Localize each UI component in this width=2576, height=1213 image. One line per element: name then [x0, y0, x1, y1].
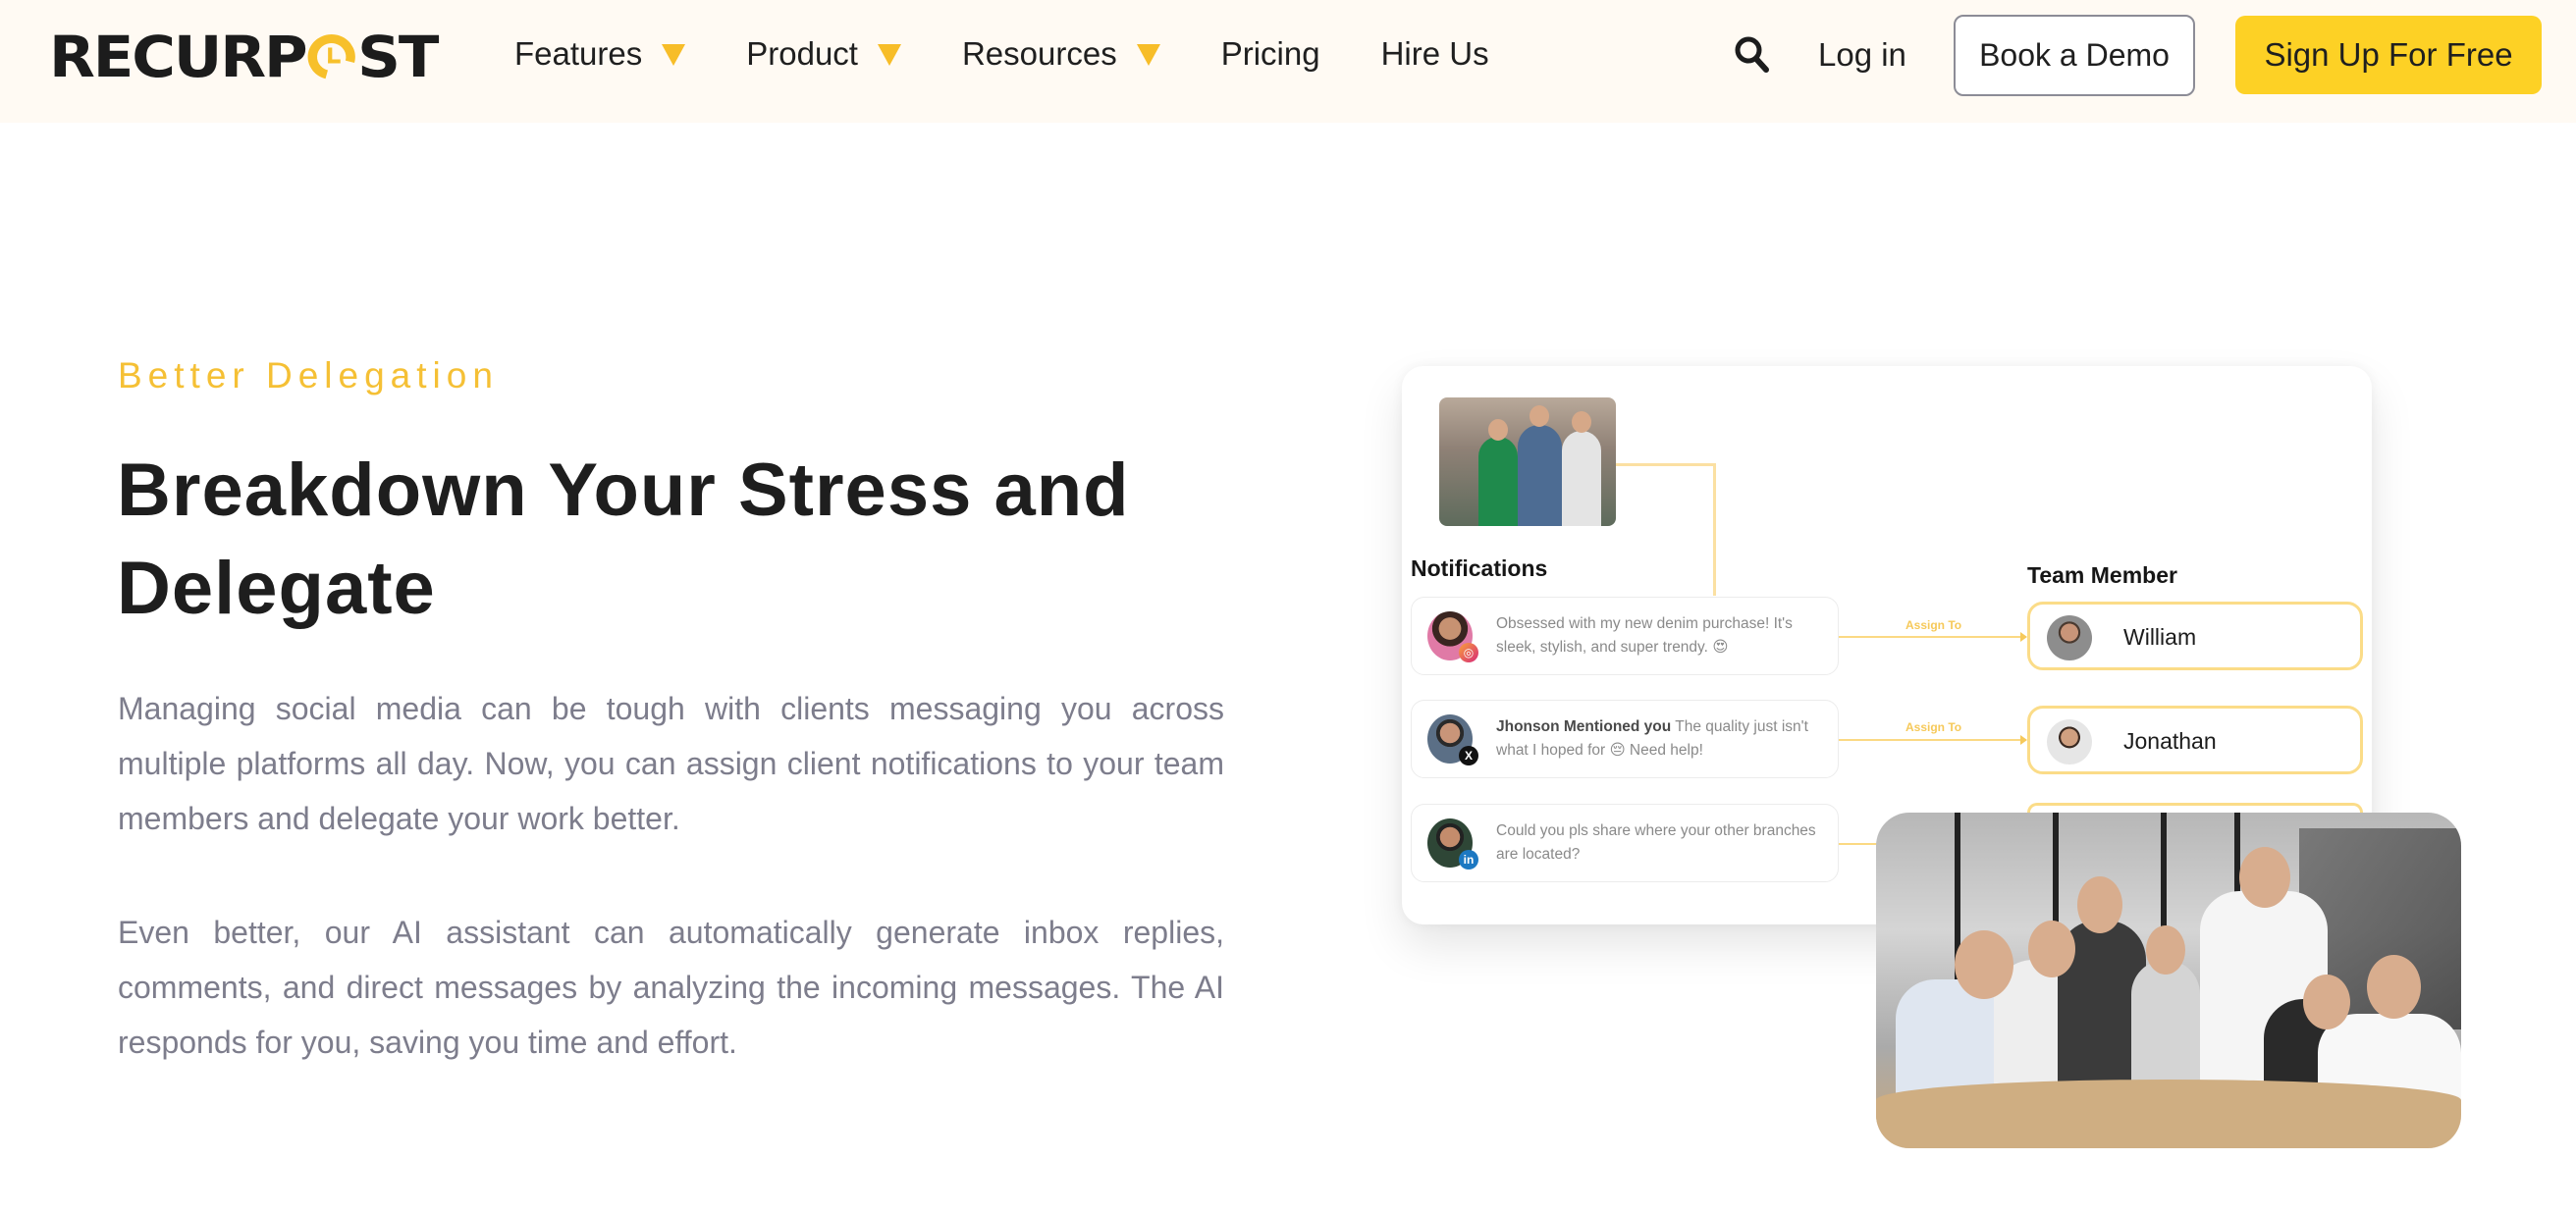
login-link[interactable]: Log in [1818, 31, 1906, 79]
logo-text-right: ST [357, 24, 439, 90]
assign-connector [1839, 636, 2022, 638]
nav-hire-us-label: Hire Us [1380, 35, 1489, 72]
notification-text: Could you pls share where your other bra… [1496, 822, 1816, 863]
chevron-down-icon [877, 44, 901, 66]
logo-text-left: RECURP [49, 24, 308, 90]
team-high-five-photo [1876, 813, 2461, 1148]
recurpost-logo[interactable]: RECURP ST [49, 24, 439, 90]
team-member-card: Jonathan [2027, 706, 2363, 774]
photo-person [1478, 437, 1518, 526]
logo-wordmark: RECURP ST [49, 24, 439, 90]
photo-head [1488, 419, 1508, 441]
avatar [2047, 719, 2092, 765]
nav-resources[interactable]: Resources [962, 35, 1160, 73]
photo-head [2239, 847, 2290, 908]
notification-text: Obsessed with my new denim purchase! It'… [1496, 615, 1793, 656]
team-member-heading: Team Member [2027, 562, 2177, 588]
team-member-name: William [2123, 624, 2197, 650]
section-paragraph-2: Even better, our AI assistant can automa… [118, 915, 1224, 1060]
notification-message: Could you pls share where your other bra… [1496, 819, 1820, 867]
photo-table [1876, 1080, 2461, 1148]
book-demo-button[interactable]: Book a Demo [1954, 15, 2195, 96]
nav-features[interactable]: Features [514, 35, 686, 73]
assign-to-label: Assign To [1905, 618, 1962, 632]
nav-product[interactable]: Product [746, 35, 901, 73]
arrow-right-icon [2020, 632, 2027, 642]
notification-message: Obsessed with my new denim purchase! It'… [1496, 612, 1820, 659]
photo-head [1530, 405, 1549, 427]
notifications-heading: Notifications [1411, 555, 1548, 581]
photo-head [2028, 921, 2075, 977]
photo-person [1518, 425, 1562, 526]
nav-hire-us[interactable]: Hire Us [1381, 35, 1489, 73]
avatar [2047, 615, 2092, 660]
chevron-down-icon [1136, 44, 1160, 66]
signup-button[interactable]: Sign Up For Free [2235, 16, 2542, 94]
section-paragraph-1: Managing social media can be tough with … [118, 691, 1224, 836]
site-header: RECURP ST Features Product Resources Pric… [0, 0, 2576, 123]
photo-head [1955, 930, 2013, 999]
photo-head [2303, 975, 2350, 1029]
arrow-right-icon [2020, 735, 2027, 745]
clock-icon [298, 26, 364, 88]
assign-to-label: Assign To [1905, 720, 1962, 734]
section-title: Breakdown Your Stress and Delegate [117, 448, 1130, 630]
main-nav: Features Product Resources Pricing Hire … [514, 29, 1550, 79]
search-icon[interactable] [1734, 35, 1771, 75]
photo-head [2077, 876, 2122, 933]
instagram-icon: ◎ [1459, 643, 1478, 662]
notification-author: Jhonson Mentioned you [1496, 718, 1672, 735]
connector-line [1713, 463, 1716, 596]
assign-connector [1839, 739, 2022, 741]
photo-head [2367, 955, 2421, 1019]
connector-line [1616, 463, 1716, 466]
chevron-down-icon [662, 44, 686, 66]
photo-person [1562, 431, 1601, 526]
nav-product-label: Product [746, 35, 858, 72]
photo-head [2146, 925, 2185, 975]
team-member-card: William [2027, 602, 2363, 670]
post-image [1439, 397, 1616, 526]
notification-item: X Jhonson Mentioned you The quality just… [1411, 700, 1839, 778]
x-twitter-icon: X [1459, 746, 1478, 765]
photo-head [1572, 411, 1591, 433]
nav-resources-label: Resources [961, 35, 1117, 72]
notification-item: ◎ Obsessed with my new denim purchase! I… [1411, 597, 1839, 675]
notification-item: in Could you pls share where your other … [1411, 804, 1839, 882]
nav-pricing-label: Pricing [1220, 35, 1320, 72]
notification-message: Jhonson Mentioned you The quality just i… [1496, 715, 1820, 763]
nav-features-label: Features [514, 35, 643, 72]
section-eyebrow: Better Delegation [118, 355, 499, 396]
team-member-name: Jonathan [2123, 728, 2217, 754]
nav-pricing[interactable]: Pricing [1221, 35, 1320, 73]
linkedin-icon: in [1459, 850, 1478, 870]
